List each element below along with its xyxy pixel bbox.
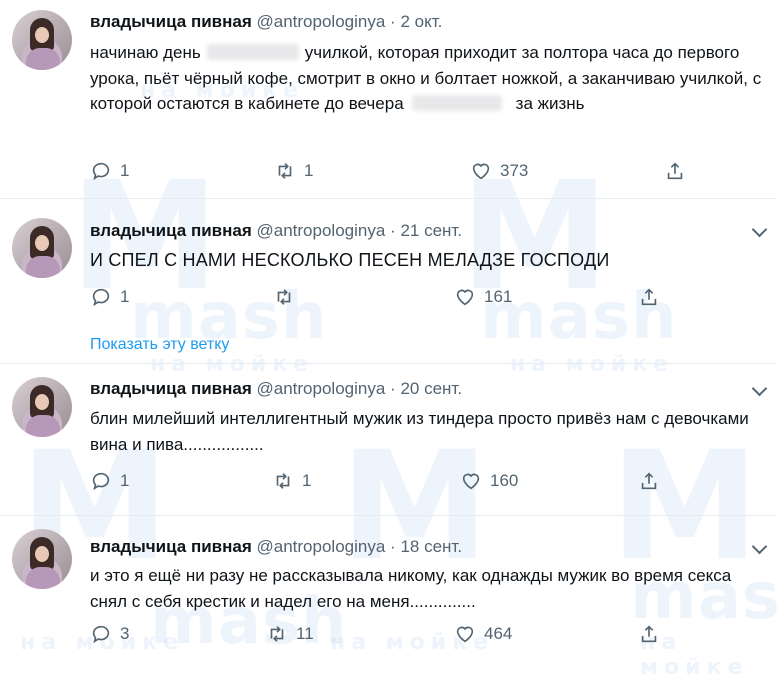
author-handle[interactable]: @antropologinya xyxy=(257,537,386,556)
tweet[interactable]: владычица пивная @antropologinya · 21 се… xyxy=(0,198,777,363)
reply-icon xyxy=(92,625,110,644)
retweet-icon xyxy=(278,163,292,179)
author-handle[interactable]: @antropologinya xyxy=(257,12,386,31)
avatar[interactable] xyxy=(12,10,72,70)
reply-button[interactable]: 1 xyxy=(90,160,129,182)
reply-count: 1 xyxy=(120,287,130,306)
tweet-text: блин милейший интеллигентный мужик из ти… xyxy=(90,409,749,454)
tweet-text: начинаю день училкой, которая приходит за… xyxy=(90,40,763,117)
reply-icon xyxy=(92,162,110,181)
tweet-text-part: за жизнь xyxy=(515,94,585,113)
blurred-text xyxy=(411,95,502,111)
tweet-date[interactable]: 21 сент. xyxy=(400,221,462,240)
like-button[interactable]: 161 xyxy=(454,286,512,308)
share-icon xyxy=(641,472,657,490)
share-button[interactable] xyxy=(664,160,686,182)
tweet-header: владычица пивная @antropologinya · 21 се… xyxy=(90,221,462,241)
heart-icon xyxy=(456,289,474,306)
chevron-down-icon[interactable] xyxy=(751,380,768,397)
tweet-date[interactable]: 20 сент. xyxy=(400,379,462,398)
like-count: 373 xyxy=(500,161,529,180)
separator: · xyxy=(390,221,396,240)
separator: · xyxy=(390,537,396,556)
tweet-date[interactable]: 18 сент. xyxy=(400,537,462,556)
author-name[interactable]: владычица пивная xyxy=(90,12,252,31)
like-count: 161 xyxy=(484,287,513,306)
retweet-button[interactable]: 1 xyxy=(272,470,311,492)
retweet-button[interactable] xyxy=(273,286,303,308)
retweet-count: 11 xyxy=(296,624,314,643)
retweet-count: 1 xyxy=(302,471,312,490)
share-icon xyxy=(667,162,683,180)
tweet-date[interactable]: 2 окт. xyxy=(400,12,442,31)
reply-count: 1 xyxy=(120,161,130,180)
share-button[interactable] xyxy=(638,286,660,308)
share-button[interactable] xyxy=(638,623,660,645)
author-name[interactable]: владычица пивная xyxy=(90,379,252,398)
like-count: 160 xyxy=(490,471,519,490)
reply-icon xyxy=(92,472,110,491)
share-button[interactable] xyxy=(638,470,660,492)
reply-count: 3 xyxy=(120,624,130,643)
tweet-actions: 1 1 373 xyxy=(90,160,690,188)
retweet-icon xyxy=(270,626,284,642)
heart-icon xyxy=(456,626,474,643)
tweet-actions: 3 11 464 xyxy=(90,623,690,651)
show-thread-link[interactable]: Показать эту ветку xyxy=(90,336,229,354)
tweet[interactable]: владычица пивная @antropologinya · 2 окт… xyxy=(0,0,777,198)
tweet[interactable]: владычица пивная @antropologinya · 18 се… xyxy=(0,515,777,663)
author-name[interactable]: владычица пивная xyxy=(90,537,252,556)
tweet-header: владычица пивная @antropologinya · 18 се… xyxy=(90,537,462,557)
heart-icon xyxy=(472,163,490,180)
like-button[interactable]: 160 xyxy=(460,470,518,492)
tweet-header: владычица пивная @antropologinya · 20 се… xyxy=(90,379,462,399)
reply-button[interactable]: 1 xyxy=(90,470,129,492)
tweet[interactable]: владычица пивная @antropologinya · 20 се… xyxy=(0,363,777,515)
avatar[interactable] xyxy=(12,529,72,589)
share-icon xyxy=(641,288,657,306)
separator: · xyxy=(390,12,396,31)
reply-button[interactable]: 3 xyxy=(90,623,129,645)
tweet-text: И СПЕЛ С НАМИ НЕСКОЛЬКО ПЕСЕН МЕЛАДЗЕ ГО… xyxy=(90,250,610,270)
reply-icon xyxy=(92,288,110,307)
like-button[interactable]: 464 xyxy=(454,623,512,645)
share-icon xyxy=(641,625,657,643)
tweet-header: владычица пивная @antropologinya · 2 окт… xyxy=(90,12,442,32)
tweet-actions: 1 1 160 xyxy=(90,470,690,498)
retweet-icon xyxy=(276,473,290,489)
author-name[interactable]: владычица пивная xyxy=(90,221,252,240)
like-button[interactable]: 373 xyxy=(470,160,528,182)
retweet-button[interactable]: 11 xyxy=(266,623,314,645)
like-count: 464 xyxy=(484,624,513,643)
retweet-icon xyxy=(277,289,291,305)
reply-button[interactable]: 1 xyxy=(90,286,129,308)
chevron-down-icon[interactable] xyxy=(751,538,768,555)
avatar[interactable] xyxy=(12,377,72,437)
heart-icon xyxy=(462,473,480,490)
retweet-count: 1 xyxy=(304,161,314,180)
avatar[interactable] xyxy=(12,218,72,278)
retweet-button[interactable]: 1 xyxy=(274,160,313,182)
author-handle[interactable]: @antropologinya xyxy=(257,379,386,398)
tweet-actions: 1 161 xyxy=(90,286,690,314)
chevron-down-icon[interactable] xyxy=(751,221,768,238)
blurred-text xyxy=(206,44,299,60)
author-handle[interactable]: @antropologinya xyxy=(257,221,386,240)
separator: · xyxy=(390,379,396,398)
reply-count: 1 xyxy=(120,471,130,490)
tweet-text-part: начинаю день xyxy=(90,43,201,62)
tweet-text: и это я ещё ни разу не рассказывала нико… xyxy=(90,566,732,611)
